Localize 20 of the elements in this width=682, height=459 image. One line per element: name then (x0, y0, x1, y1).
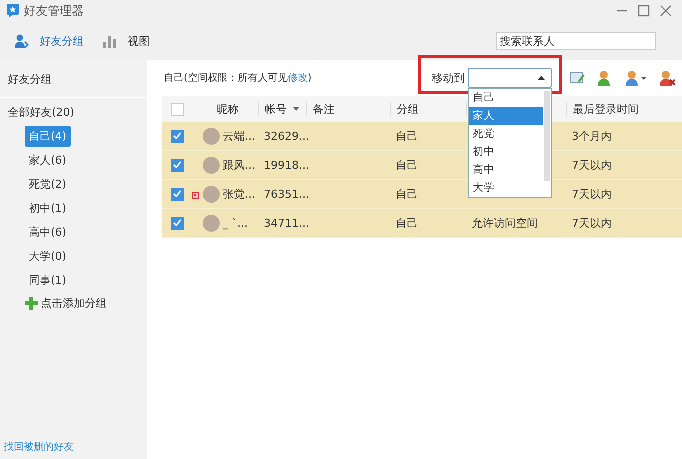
table-cell: 跟风... (223, 158, 256, 172)
table-cell: 76351... (264, 188, 310, 200)
table-cell: 7天以内 (572, 158, 612, 172)
move-to-label: 移动到 (432, 70, 465, 86)
table-cell: _ `... (223, 216, 248, 230)
table-cell: 3个月内 (572, 128, 612, 144)
table-cell: 张觉... (223, 186, 256, 202)
table-cell: 7天以内 (572, 216, 612, 230)
group-permission-text: 自己(空间权限：所有人可见修改) (164, 72, 312, 85)
table-cell: 34711... (264, 216, 310, 230)
table-cell: 云端... (223, 128, 256, 144)
table-cell: 19918... (264, 158, 310, 172)
table-cell: 允许访问空间 (472, 216, 538, 230)
table-cell: 自己 (396, 216, 418, 230)
window-title: 好友管理器 (24, 2, 84, 20)
table-cell: 32629... (264, 130, 310, 142)
table-cell: 自己 (396, 158, 418, 172)
table-cell: 自己 (396, 128, 418, 144)
table-cell: 7天以内 (572, 186, 612, 202)
table-cell: 自己 (396, 186, 418, 202)
